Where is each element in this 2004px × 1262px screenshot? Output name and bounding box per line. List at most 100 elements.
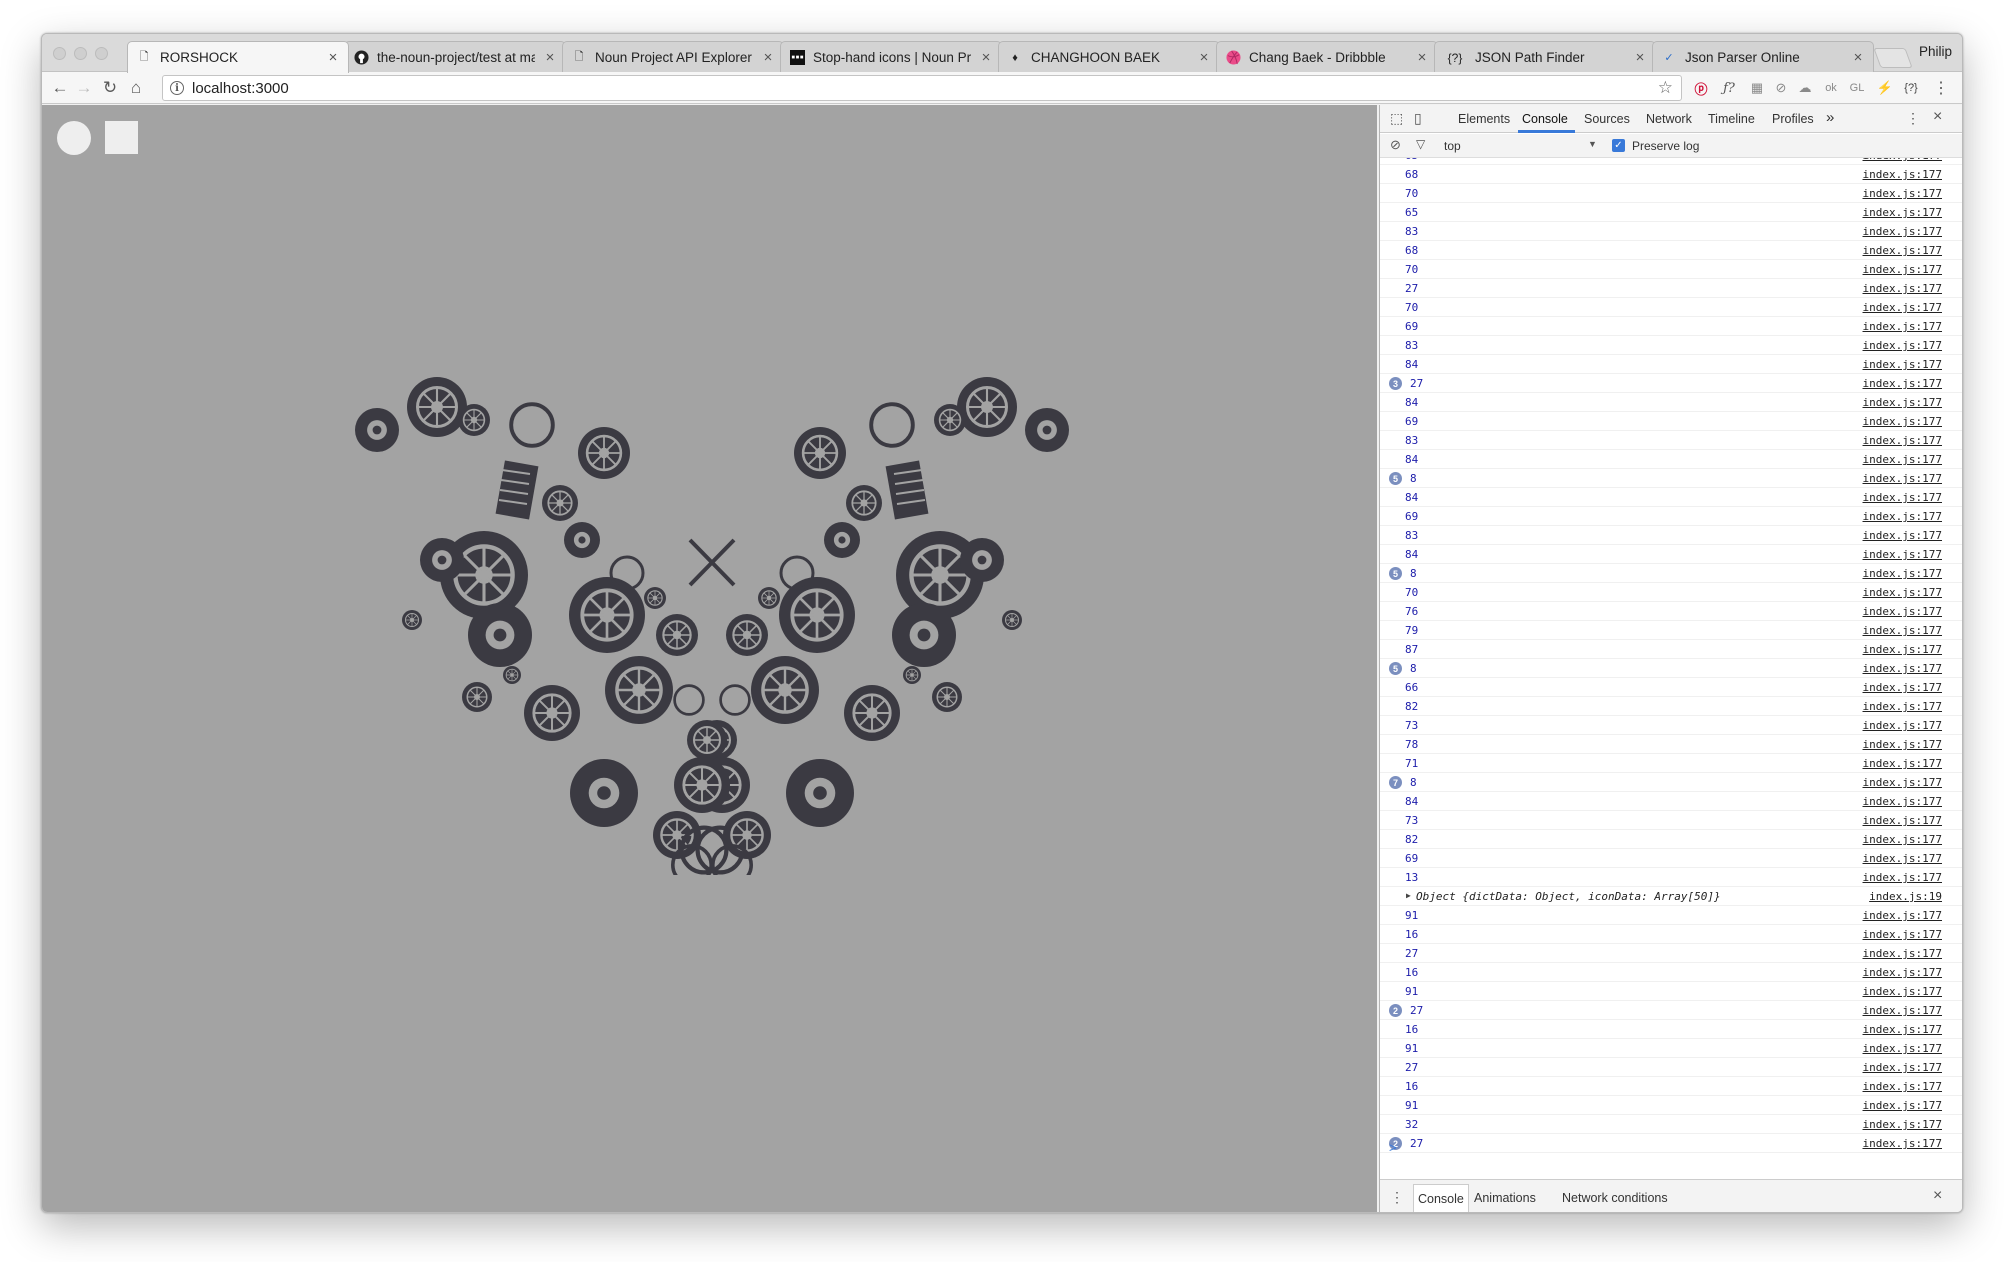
source-link[interactable]: index.js:177 (1863, 719, 1942, 732)
address-url[interactable]: localhost:3000 (192, 80, 289, 97)
oc-extension-icon[interactable]: ok (1820, 77, 1842, 99)
close-icon[interactable]: × (1851, 49, 1865, 66)
close-icon[interactable]: × (543, 49, 557, 66)
more-tabs-icon[interactable]: » (1826, 109, 1834, 126)
drawer-tab-console[interactable]: Console (1413, 1184, 1469, 1212)
console-prompt[interactable]: > (1389, 1140, 1397, 1155)
address-bar[interactable]: i localhost:3000 ☆ (162, 75, 1682, 101)
link-extension-icon[interactable]: ⊘ (1770, 77, 1792, 99)
source-link[interactable]: index.js:19 (1869, 890, 1942, 903)
source-link[interactable]: index.js:177 (1863, 567, 1942, 580)
forward-icon[interactable]: → (72, 76, 96, 100)
reload-icon[interactable]: ↻ (98, 76, 122, 100)
close-icon[interactable]: × (761, 49, 775, 66)
circle-button[interactable] (57, 121, 91, 155)
tab-elements[interactable]: Elements (1458, 112, 1510, 126)
device-mode-icon[interactable]: ▯ (1414, 110, 1422, 127)
source-link[interactable]: index.js:177 (1863, 282, 1942, 295)
source-link[interactable]: index.js:177 (1863, 415, 1942, 428)
tab-profiles[interactable]: Profiles (1772, 112, 1814, 126)
source-link[interactable]: index.js:177 (1863, 966, 1942, 979)
source-link[interactable]: index.js:177 (1863, 339, 1942, 352)
square-button[interactable] (105, 121, 138, 154)
tab-json-parser[interactable]: ✓ Json Parser Online × (1652, 41, 1874, 73)
tab-dribbble[interactable]: Chang Baek - Dribbble × (1216, 41, 1438, 73)
pinterest-icon[interactable]: ⓟ (1690, 77, 1712, 99)
source-link[interactable]: index.js:177 (1863, 795, 1942, 808)
source-link[interactable]: index.js:177 (1863, 871, 1942, 884)
source-link[interactable]: index.js:177 (1863, 814, 1942, 827)
drawer-tab-animations[interactable]: Animations (1474, 1191, 1536, 1205)
context-dropdown-icon[interactable]: ▼ (1588, 139, 1597, 149)
json-extension-icon[interactable]: ⚡ (1874, 77, 1896, 99)
source-link[interactable]: index.js:177 (1863, 396, 1942, 409)
source-link[interactable]: index.js:177 (1863, 1004, 1942, 1017)
source-link[interactable]: index.js:177 (1863, 833, 1942, 846)
tab-changhoon[interactable]: ♦ CHANGHOON BAEK × (998, 41, 1220, 73)
source-link[interactable]: index.js:177 (1863, 187, 1942, 200)
close-icon[interactable]: × (1415, 49, 1429, 66)
tab-github[interactable]: the-noun-project/test at mas × (344, 41, 566, 73)
source-link[interactable]: index.js:177 (1863, 1137, 1942, 1150)
tab-noun-api[interactable]: 🗋 Noun Project API Explorer × (562, 41, 784, 73)
source-link[interactable]: index.js:177 (1863, 472, 1942, 485)
drawer-menu-kebab-icon[interactable]: ⋮ (1390, 1189, 1404, 1206)
json-braces-extension-icon[interactable]: {?} (1900, 77, 1922, 99)
zoom-window-button[interactable] (95, 47, 108, 60)
close-icon[interactable]: × (979, 49, 993, 66)
source-link[interactable]: index.js:177 (1863, 263, 1942, 276)
source-link[interactable]: index.js:177 (1863, 158, 1942, 162)
back-icon[interactable]: ← (48, 76, 72, 100)
source-link[interactable]: index.js:177 (1863, 852, 1942, 865)
inspect-element-icon[interactable]: ⬚ (1390, 110, 1403, 127)
close-drawer-icon[interactable]: × (1933, 1187, 1942, 1205)
bookmark-star-icon[interactable]: ☆ (1658, 78, 1673, 98)
source-link[interactable]: index.js:177 (1863, 1118, 1942, 1131)
console-object-entry[interactable]: ▶ Object {dictData: Object, iconData: Arr… (1380, 887, 1962, 906)
source-link[interactable]: index.js:177 (1863, 985, 1942, 998)
close-icon[interactable]: × (1633, 49, 1647, 66)
source-link[interactable]: index.js:177 (1863, 1080, 1942, 1093)
tab-network[interactable]: Network (1646, 112, 1692, 126)
gl-extension-icon[interactable]: GL (1846, 77, 1868, 99)
function-icon[interactable]: ƒ? (1718, 77, 1740, 99)
source-link[interactable]: index.js:177 (1863, 757, 1942, 770)
tab-stop-hand[interactable]: Stop-hand icons | Noun Proje × (780, 41, 1002, 73)
source-link[interactable]: index.js:177 (1863, 605, 1942, 618)
grid-extension-icon[interactable]: ▦ (1746, 77, 1768, 99)
source-link[interactable]: index.js:177 (1863, 700, 1942, 713)
drawer-tab-network-conditions[interactable]: Network conditions (1562, 1191, 1668, 1205)
source-link[interactable]: index.js:177 (1863, 1042, 1942, 1055)
source-link[interactable]: index.js:177 (1863, 681, 1942, 694)
source-link[interactable]: index.js:177 (1863, 909, 1942, 922)
close-window-button[interactable] (53, 47, 66, 60)
source-link[interactable]: index.js:177 (1863, 320, 1942, 333)
source-link[interactable]: index.js:177 (1863, 453, 1942, 466)
source-link[interactable]: index.js:177 (1863, 358, 1942, 371)
close-icon[interactable]: × (326, 49, 340, 66)
source-link[interactable]: index.js:177 (1863, 947, 1942, 960)
source-link[interactable]: index.js:177 (1863, 377, 1942, 390)
source-link[interactable]: index.js:177 (1863, 776, 1942, 789)
source-link[interactable]: index.js:177 (1863, 529, 1942, 542)
source-link[interactable]: index.js:177 (1863, 168, 1942, 181)
info-icon[interactable]: i (170, 81, 184, 95)
source-link[interactable]: index.js:177 (1863, 1099, 1942, 1112)
source-link[interactable]: index.js:177 (1863, 738, 1942, 751)
source-link[interactable]: index.js:177 (1863, 548, 1942, 561)
profile-name[interactable]: Philip (1919, 44, 1952, 59)
source-link[interactable]: index.js:177 (1863, 206, 1942, 219)
home-icon[interactable]: ⌂ (124, 76, 148, 100)
preserve-log-checkbox[interactable]: ✓ (1612, 139, 1625, 152)
close-devtools-icon[interactable]: × (1933, 108, 1942, 126)
context-selector[interactable]: top (1444, 139, 1461, 153)
tab-timeline[interactable]: Timeline (1708, 112, 1755, 126)
source-link[interactable]: index.js:177 (1863, 491, 1942, 504)
tab-console[interactable]: Console (1522, 112, 1568, 126)
source-link[interactable]: index.js:177 (1863, 662, 1942, 675)
minimize-window-button[interactable] (74, 47, 87, 60)
menu-kebab-icon[interactable]: ⋮ (1930, 77, 1952, 99)
source-link[interactable]: index.js:177 (1863, 244, 1942, 257)
source-link[interactable]: index.js:177 (1863, 643, 1942, 656)
expand-triangle-icon[interactable]: ▶ (1406, 891, 1411, 900)
